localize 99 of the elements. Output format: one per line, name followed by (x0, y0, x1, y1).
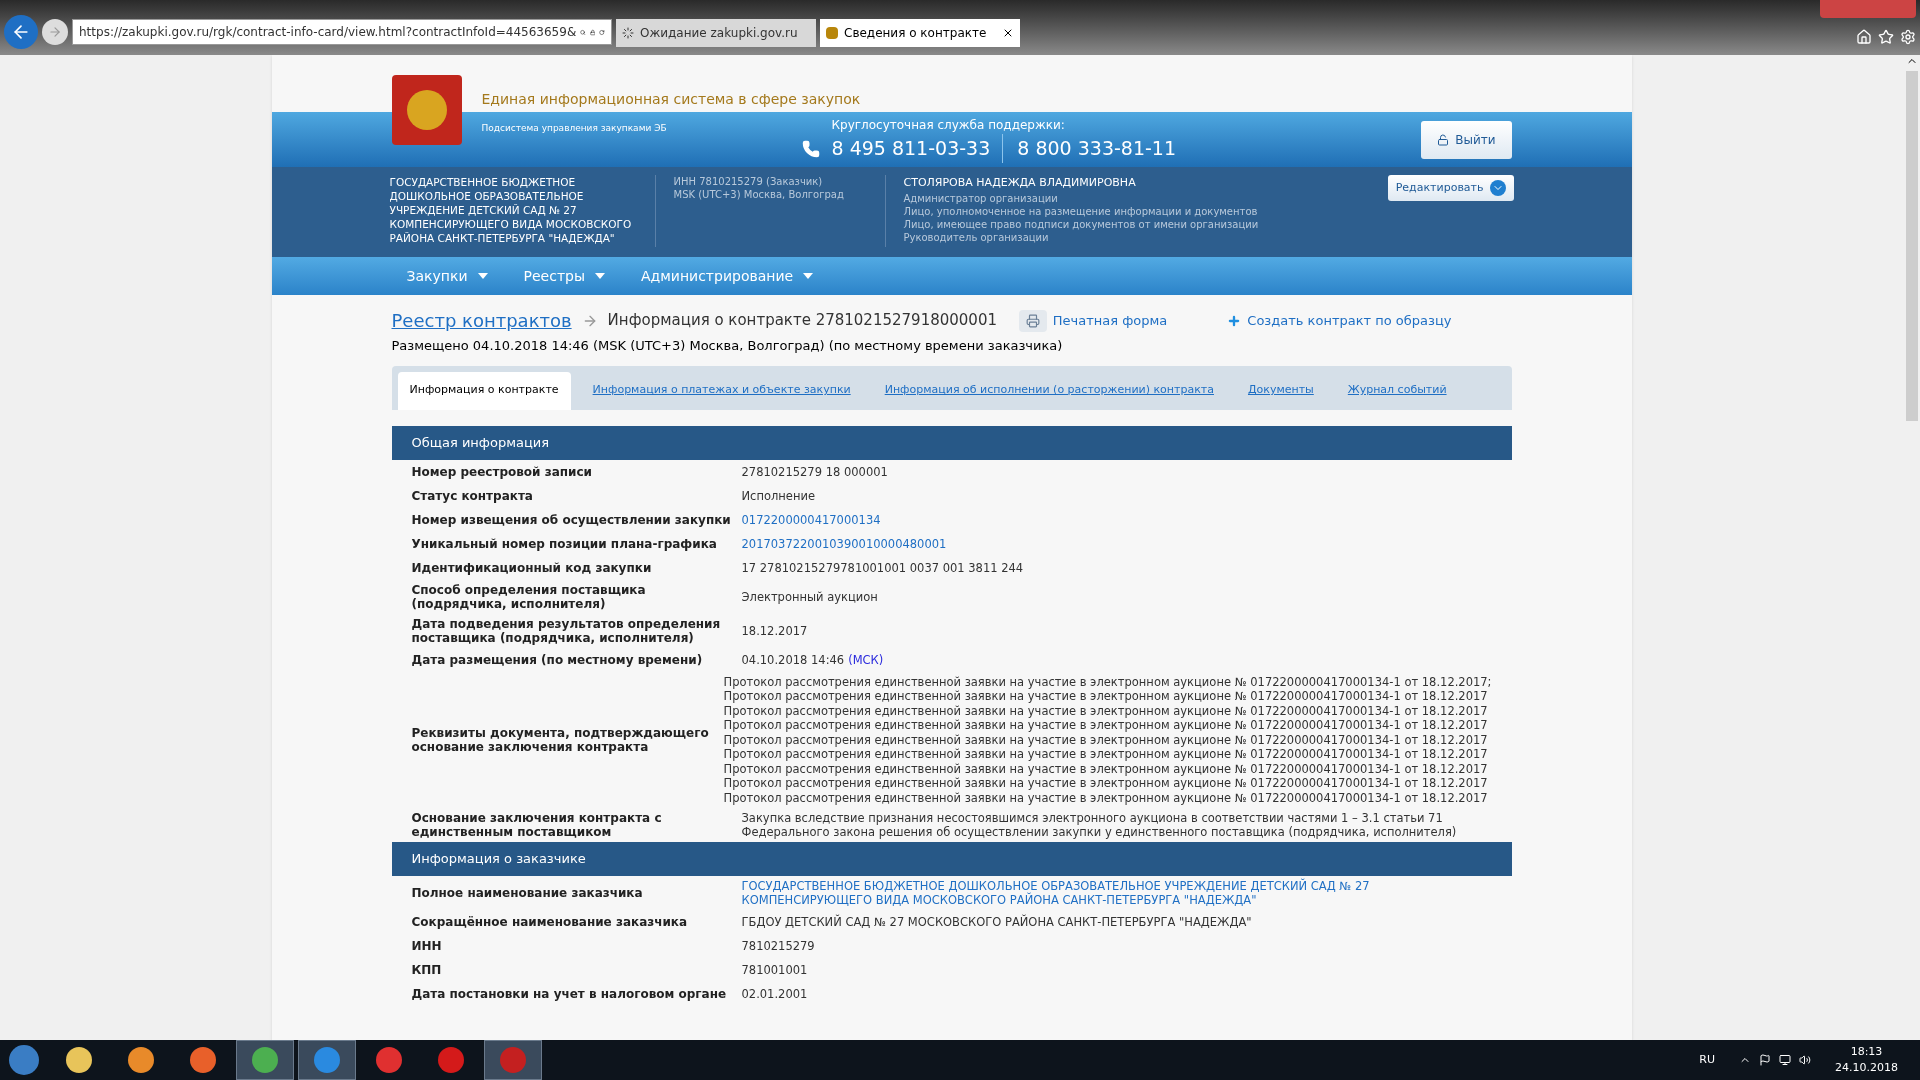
edit-button[interactable]: Редактировать (1387, 175, 1514, 201)
logout-button[interactable]: Выйти (1421, 120, 1512, 159)
field-value: 7810215279 (741, 939, 815, 953)
document-line: Протокол рассмотрения единственной заявки на участие в электронном аукционе № 0172200000417000134-1 от 18.12.2017 (723, 703, 1489, 718)
document-line: Протокол рассмотрения единственной заявки на участие в электронном аукционе № 0172200000417000134-1 от 18.12.2017; (723, 674, 1492, 689)
nav-menu[interactable]: Администрирование (641, 265, 814, 287)
tab-title: Ожидание zakupki.gov.ru (640, 25, 799, 42)
browser-tab[interactable]: Сведения о контракте (820, 19, 1020, 47)
url-text: https://zakupki.gov.ru/rgk/contract-info-card/view.html?contractInfoId=44563659& (79, 24, 577, 41)
document-line: Протокол рассмотрения единственной заявки на участие в электронном аукционе № 0172200000417000134-1 от 18.12.2017 (723, 790, 1489, 805)
tab-title: Сведения о контракте (844, 25, 988, 42)
org-detail: ИНН 7810215279 (Заказчик) (673, 175, 824, 188)
content-tab[interactable]: Документы (1235, 371, 1326, 410)
plus-icon (1227, 313, 1242, 328)
field-value: ГБДОУ ДЕТСКИЙ САД № 27 МОСКОВСКОГО РАЙОНА САНКТ-ПЕТЕРБУРГА "НАДЕЖДА" (741, 915, 1252, 929)
favorites-icon[interactable] (1878, 29, 1894, 45)
user-role: Руководитель организации (903, 230, 1050, 244)
support-label: Круглосуточная служба поддержки: (831, 117, 1066, 135)
user-role: Администратор организации (903, 191, 1059, 205)
back-button[interactable] (4, 15, 38, 49)
caret-icon (477, 273, 488, 279)
breadcrumb-link[interactable]: Реестр контрактов (391, 307, 572, 334)
field-label: Реквизиты документа, подтверждающего основание заключения контракта (411, 725, 710, 754)
field-label: Основание заключения контракта с единственным поставщиком (411, 811, 663, 839)
content-tab[interactable]: Информация об исполнении (о расторжении) контракта (872, 371, 1226, 410)
org-detail: MSK (UTC+3) Москва, Волгоград (673, 188, 845, 201)
field-label: Дата постановки на учет в налоговом органе (411, 987, 728, 1001)
nav-menu[interactable]: Закупки (406, 265, 488, 287)
content-tab[interactable]: Журнал событий (1335, 371, 1459, 410)
volume-icon[interactable] (1799, 1054, 1811, 1066)
browser-tab[interactable]: Ожидание zakupki.gov.ru (616, 19, 816, 47)
loading-icon (622, 27, 634, 39)
home-icon[interactable] (1856, 29, 1872, 45)
page-title: Информация о контракте 2781021527918000001 (607, 310, 997, 332)
field-label: Номер извещения об осуществлении закупки (411, 512, 732, 527)
document-line: Протокол рассмотрения единственной заявки на участие в электронном аукционе № 0172200000417000134-1 от 18.12.2017 (723, 689, 1489, 704)
field-value: 27810215279 18 000001 (741, 464, 888, 479)
section-header: Общая информация (391, 425, 1512, 460)
caret-icon (595, 273, 605, 279)
forward-button[interactable] (42, 19, 68, 45)
field-value: 17 27810215279781001001 0037 001 3811 244 (741, 560, 1024, 575)
field-label: Способ определения поставщика (подрядчика, исполнителя) (411, 582, 647, 611)
field-value: 18.12.2017 (741, 623, 808, 638)
field-label: Идентификационный код закупки (411, 560, 653, 575)
field-value: Электронный аукцион (741, 589, 878, 604)
user-name: СТОЛЯРОВА НАДЕЖДА ВЛАДИМИРОВНА (903, 175, 1137, 191)
field-label: Дата размещения (по местному времени) (411, 652, 704, 667)
field-value: Исполнение (741, 488, 815, 503)
document-line: Протокол рассмотрения единственной заявки на участие в электронном аукционе № 0172200000417000134-1 от 18.12.2017 (723, 761, 1489, 776)
field-link[interactable]: ГОСУДАРСТВЕННОЕ БЮДЖЕТНОЕ ДОШКОЛЬНОЕ ОБРАЗОВАТЕЛЬНОЕ УЧРЕЖДЕНИЕ ДЕТСКИЙ САД № 27 КОМПЕНСИРУЮЩЕГО ВИДА МОСКОВСКОГО РАЙОНА САНКТ-ПЕТЕРБУРГА "НАДЕЖДА" (741, 879, 1492, 907)
field-value: Закупка вследствие признания несостоявшимся электронного аукциона в соответствии частями 1 – 3.1 статьи 71 Федерального закона решения об осуществлении закупки у единственного поставщика (подрядчика, исполнителя) (741, 811, 1458, 839)
subsystem-text: Подсистема управления закупками ЭБ (481, 122, 668, 135)
field-label: Номер реестровой записи (411, 464, 593, 479)
phone-number: 8 495 811-03-33 (831, 136, 991, 162)
posted-text: Размещено 04.10.2018 14:46 (MSK (UTC+3) Москва, Волгоград) (по местному времени заказчика) (391, 337, 1064, 355)
org-name: ГОСУДАРСТВЕННОЕ БЮДЖЕТНОЕ ДОШКОЛЬНОЕ ОБРАЗОВАТЕЛЬНОЕ УЧРЕЖДЕНИЕ ДЕТСКИЙ САД № 27 КОМПЕНСИРУЮЩЕГО ВИДА МОСКОВСКОГО РАЙОНА САНКТ-ПЕТЕРБУРГА "НАДЕЖДА" (389, 175, 633, 246)
field-link[interactable]: 0172200000417000134 (741, 512, 1492, 527)
clock-time: 18:13 (1850, 1043, 1883, 1060)
document-line: Протокол рассмотрения единственной заявки на участие в электронном аукционе № 0172200000417000134-1 от 18.12.2017 (723, 776, 1489, 791)
field-label: Сокращённое наименование заказчика (411, 915, 689, 929)
field-label: КПП (411, 963, 443, 977)
network-icon[interactable] (1779, 1054, 1791, 1066)
field-label: Полное наименование заказчика (411, 886, 644, 900)
close-icon[interactable] (1002, 27, 1014, 39)
content-tab[interactable]: Информация о контракте (397, 371, 571, 410)
action-link[interactable]: Печатная форма (1018, 309, 1168, 332)
settings-icon[interactable] (1900, 29, 1916, 45)
language-indicator[interactable]: RU (1699, 1051, 1715, 1069)
user-role: Лицо, уполномоченное на размещение информации и документов (903, 204, 1259, 218)
section-header: Информация о заказчике (391, 842, 1512, 876)
flag-icon[interactable] (1759, 1054, 1771, 1066)
field-label: Уникальный номер позиции плана-графика (411, 536, 718, 551)
caret-icon (803, 273, 814, 279)
address-bar[interactable]: https://zakupki.gov.ru/rgk/contract-info-card/view.html?contractInfoId=44563659& (72, 19, 612, 45)
document-line: Протокол рассмотрения единственной заявки на участие в электронном аукционе № 0172200000417000134-1 от 18.12.2017 (723, 747, 1489, 762)
nav-menu[interactable]: Реестры (523, 265, 605, 287)
phone-icon (801, 139, 820, 158)
printer-icon (1018, 309, 1047, 332)
unlock-icon (1437, 133, 1450, 146)
emblem-logo (391, 75, 462, 145)
forward-arrow-icon (48, 25, 62, 39)
field-label: ИНН (411, 939, 443, 953)
user-role: Лицо, имеющее право подписи документов от имени организации (903, 217, 1260, 231)
clock-date: 24.10.2018 (1835, 1060, 1898, 1076)
content-tab[interactable]: Информация о платежах и объекте закупки (580, 371, 863, 410)
field-value: 02.01.2001 (741, 987, 808, 1001)
phone-number: 8 800 333-81-11 (1002, 134, 1177, 163)
field-value: 04.10.2018 14:46 (741, 652, 845, 667)
site-title: Единая информационная система в сфере закупок (481, 90, 861, 109)
field-value: 781001001 (741, 963, 808, 977)
action-link[interactable]: Создать контракт по образцу (1227, 310, 1452, 331)
field-label: Статус контракта (411, 488, 534, 503)
dropdown-icon (1489, 180, 1506, 196)
emblem-icon (826, 27, 838, 39)
timezone-link[interactable]: (МСК) (848, 652, 884, 667)
document-line: Протокол рассмотрения единственной заявки на участие в электронном аукционе № 0172200000417000134-1 от 18.12.2017 (723, 732, 1489, 747)
field-label: Дата подведения результатов определения поставщика (подрядчика, исполнителя) (411, 616, 722, 645)
document-line: Протокол рассмотрения единственной заявки на участие в электронном аукционе № 0172200000417000134-1 от 18.12.2017 (723, 718, 1489, 733)
field-link[interactable]: 2017037220010390010000480001 (741, 536, 1492, 551)
